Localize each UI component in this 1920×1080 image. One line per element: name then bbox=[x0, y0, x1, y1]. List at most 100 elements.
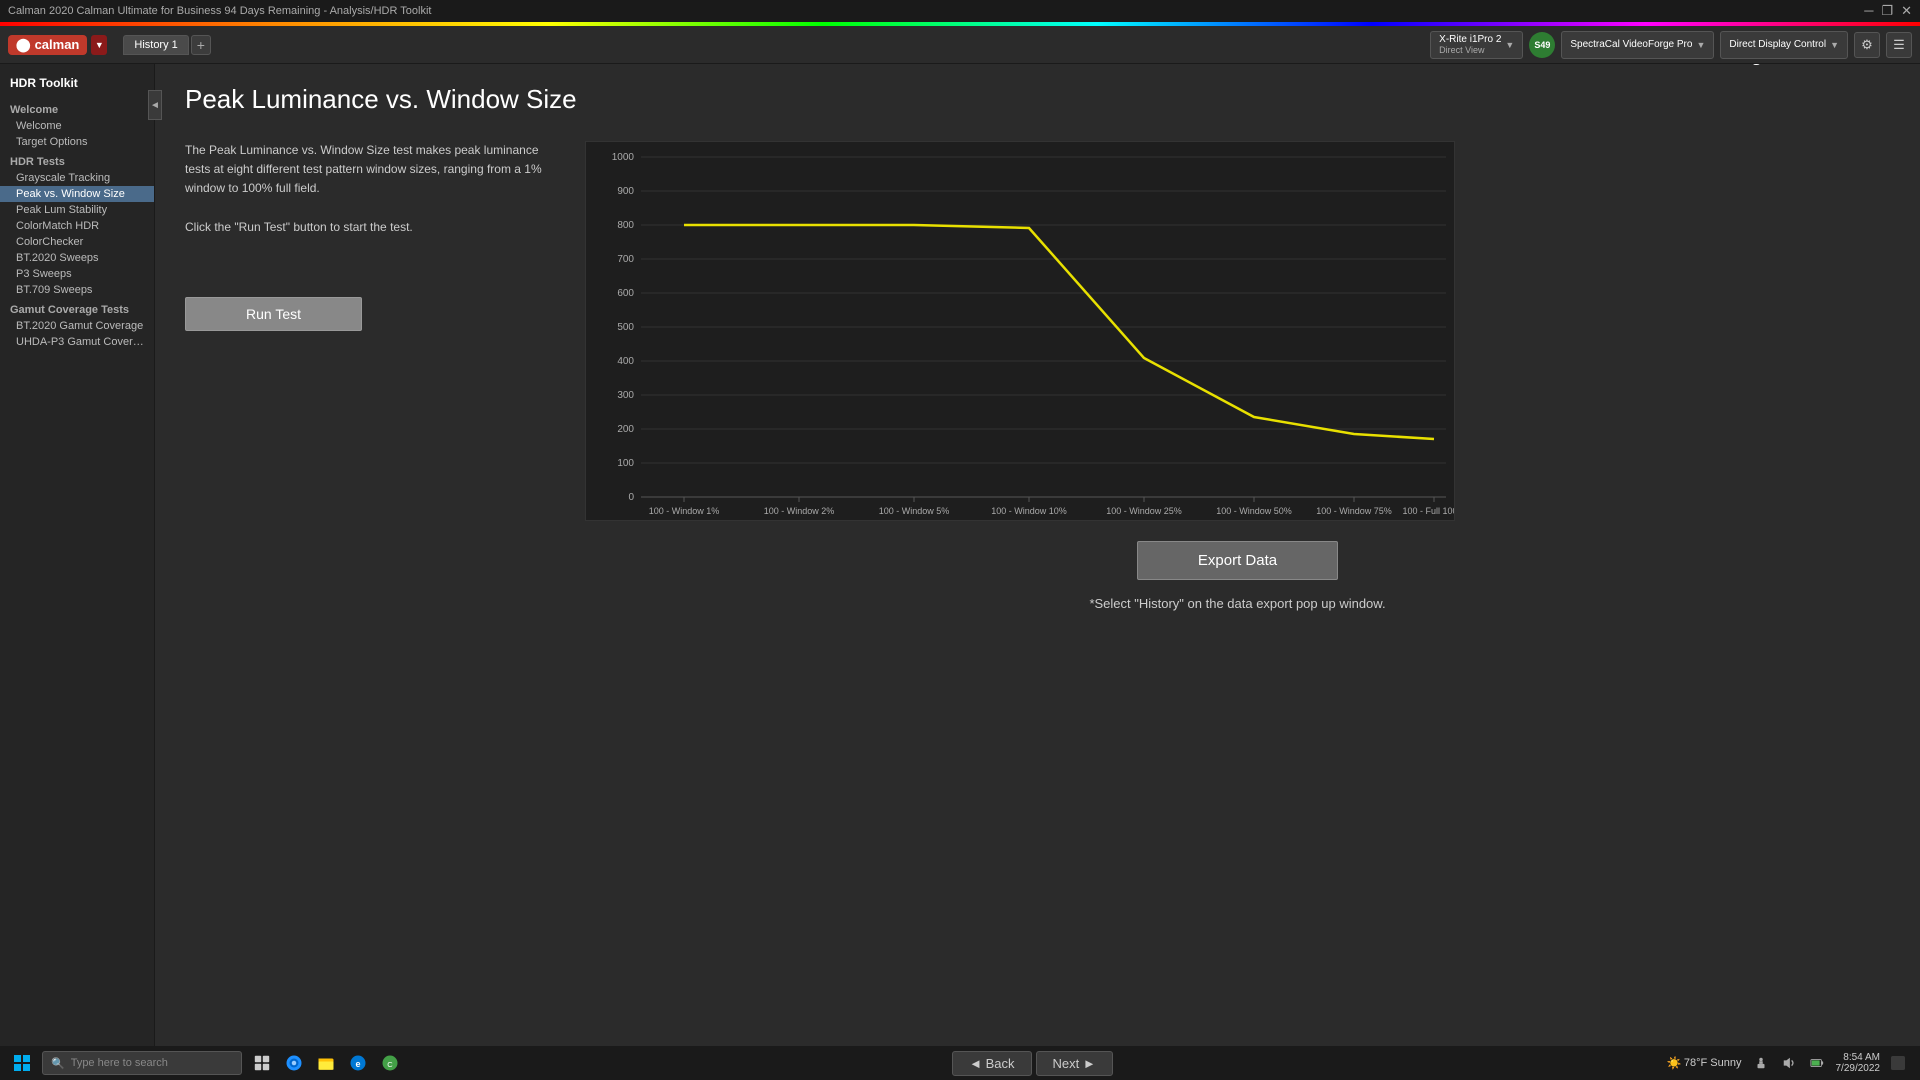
logo-area: ⬤ calman ▼ bbox=[8, 35, 107, 55]
export-data-button[interactable]: Export Data bbox=[1137, 541, 1338, 580]
logo-dropdown-button[interactable]: ▼ bbox=[91, 35, 107, 55]
svg-text:e: e bbox=[355, 1059, 360, 1069]
sidebar-toggle[interactable]: ◄ bbox=[148, 90, 162, 120]
svg-text:100 - Window 25%: 100 - Window 25% bbox=[1106, 506, 1182, 516]
back-button[interactable]: ◄ Back bbox=[952, 1051, 1031, 1076]
logo-icon: ⬤ bbox=[16, 37, 31, 53]
export-note: *Select "History" on the data export pop… bbox=[585, 596, 1890, 611]
sidebar-section-welcome: Welcome bbox=[0, 98, 154, 118]
current-reading-label: Current Reading: bbox=[1615, 64, 1767, 66]
back-next-area: ◄ Back Next ► bbox=[952, 1051, 1113, 1076]
device2-dropdown-icon: ▼ bbox=[1696, 40, 1705, 50]
peak-luminance-chart: 1000 900 800 700 600 bbox=[585, 141, 1455, 521]
weather-icon: ☀️ bbox=[1667, 1056, 1682, 1070]
svg-text:400: 400 bbox=[617, 356, 634, 367]
system-tray: ☀️ 78°F Sunny bbox=[1663, 1051, 1830, 1075]
network-icon[interactable] bbox=[1749, 1051, 1773, 1075]
search-icon: 🔍 bbox=[51, 1057, 65, 1070]
search-placeholder: Type here to search bbox=[71, 1057, 168, 1069]
taskbar-left: 🔍 Type here to search bbox=[10, 1051, 402, 1075]
device3-button[interactable]: Direct Display Control ▼ bbox=[1720, 31, 1848, 59]
battery-icon[interactable] bbox=[1805, 1051, 1829, 1075]
notifications-button[interactable] bbox=[1886, 1051, 1910, 1075]
taskbar: 🔍 Type here to search bbox=[0, 1046, 1920, 1080]
task-view-icon bbox=[254, 1055, 270, 1071]
sidebar-item-peak-vs-window[interactable]: Peak vs. Window Size bbox=[0, 186, 154, 202]
tab-area: History 1 + bbox=[123, 35, 1422, 55]
file-explorer-button[interactable] bbox=[314, 1051, 338, 1075]
windows-logo-icon bbox=[14, 1055, 30, 1071]
svg-text:100 - Window 10%: 100 - Window 10% bbox=[991, 506, 1067, 516]
sidebar-item-bt709-sweeps[interactable]: BT.709 Sweeps bbox=[0, 282, 154, 298]
device1-button[interactable]: X-Rite i1Pro 2 Direct View ▼ bbox=[1430, 31, 1523, 59]
cortana-button[interactable] bbox=[282, 1051, 306, 1075]
windows-start-button[interactable] bbox=[10, 1051, 34, 1075]
device2-button[interactable]: SpectraCal VideoForge Pro ▼ bbox=[1561, 31, 1714, 59]
history-tab[interactable]: History 1 bbox=[123, 35, 188, 55]
weather-widget[interactable]: ☀️ 78°F Sunny bbox=[1663, 1051, 1746, 1075]
chart-x-ticks bbox=[684, 497, 1434, 502]
date-display: 7/29/2022 bbox=[1835, 1063, 1880, 1074]
device3-dropdown-icon: ▼ bbox=[1830, 40, 1839, 50]
weather-text: 78°F Sunny bbox=[1684, 1057, 1742, 1069]
next-button[interactable]: Next ► bbox=[1036, 1051, 1113, 1076]
svg-text:100 - Window 1%: 100 - Window 1% bbox=[649, 506, 720, 516]
time-display: 8:54 AM bbox=[1835, 1052, 1880, 1063]
device2-name: SpectraCal VideoForge Pro bbox=[1570, 39, 1692, 50]
logo-text: calman bbox=[35, 37, 80, 52]
task-view-button[interactable] bbox=[250, 1051, 274, 1075]
title-bar-controls: ─ ❐ ✕ bbox=[1864, 3, 1912, 19]
file-explorer-icon bbox=[317, 1054, 335, 1072]
title-bar: Calman 2020 Calman Ultimate for Business… bbox=[0, 0, 1920, 22]
sidebar-item-peak-lum-stability[interactable]: Peak Lum Stability bbox=[0, 202, 154, 218]
right-panel: 1000 900 800 700 600 bbox=[585, 141, 1890, 611]
app5-icon: C bbox=[381, 1054, 399, 1072]
svg-text:100 - Window 50%: 100 - Window 50% bbox=[1216, 506, 1292, 516]
edge-icon: e bbox=[349, 1054, 367, 1072]
sidebar: HDR Toolkit Welcome Welcome Target Optio… bbox=[0, 64, 155, 1046]
sidebar-section-hdr-tests: HDR Tests bbox=[0, 150, 154, 170]
sidebar-title: HDR Toolkit bbox=[0, 72, 154, 98]
sidebar-item-bt2020-gamut[interactable]: BT.2020 Gamut Coverage bbox=[0, 318, 154, 334]
sidebar-section-gamut: Gamut Coverage Tests bbox=[0, 298, 154, 318]
close-button[interactable]: ✕ bbox=[1901, 3, 1912, 19]
time-area[interactable]: 8:54 AM 7/29/2022 bbox=[1835, 1052, 1880, 1074]
volume-icon[interactable] bbox=[1777, 1051, 1801, 1075]
svg-text:700: 700 bbox=[617, 254, 634, 265]
search-bar[interactable]: 🔍 Type here to search bbox=[42, 1051, 242, 1075]
description-text: The Peak Luminance vs. Window Size test … bbox=[185, 141, 555, 237]
restore-button[interactable]: ❐ bbox=[1881, 3, 1893, 19]
svg-text:200: 200 bbox=[617, 424, 634, 435]
svg-text:100 - Window 5%: 100 - Window 5% bbox=[879, 506, 950, 516]
main-layout: ◄ HDR Toolkit Welcome Welcome Target Opt… bbox=[0, 64, 1920, 1046]
edge-button[interactable]: e bbox=[346, 1051, 370, 1075]
header: ⬤ calman ▼ History 1 + X-Rite i1Pro 2 Di… bbox=[0, 26, 1920, 64]
sidebar-item-bt2020-sweeps[interactable]: BT.2020 Sweeps bbox=[0, 250, 154, 266]
svg-text:C: C bbox=[387, 1060, 393, 1069]
content-body: The Peak Luminance vs. Window Size test … bbox=[185, 141, 1890, 611]
svg-text:0: 0 bbox=[628, 492, 634, 503]
svg-text:100 - Full 100%: 100 - Full 100% bbox=[1402, 506, 1455, 516]
extra-button[interactable]: ☰ bbox=[1886, 32, 1912, 58]
device1-dropdown-icon: ▼ bbox=[1505, 40, 1514, 50]
minimize-button[interactable]: ─ bbox=[1864, 3, 1873, 19]
svg-text:100: 100 bbox=[617, 458, 634, 469]
device1-name: X-Rite i1Pro 2 bbox=[1439, 34, 1501, 45]
sidebar-item-colorchecker[interactable]: ColorChecker bbox=[0, 234, 154, 250]
sidebar-item-colormatch-hdr[interactable]: ColorMatch HDR bbox=[0, 218, 154, 234]
add-tab-button[interactable]: + bbox=[191, 35, 211, 55]
settings-button[interactable]: ⚙ bbox=[1854, 32, 1880, 58]
s49-badge: S49 bbox=[1529, 32, 1555, 58]
current-reading-value: 165.52 cd/m² bbox=[1773, 64, 1890, 66]
page-title: Peak Luminance vs. Window Size bbox=[185, 84, 577, 115]
sidebar-item-p3-sweeps[interactable]: P3 Sweeps bbox=[0, 266, 154, 282]
taskbar-right: ☀️ 78°F Sunny bbox=[1663, 1051, 1910, 1075]
sidebar-item-grayscale-tracking[interactable]: Grayscale Tracking bbox=[0, 170, 154, 186]
app5-button[interactable]: C bbox=[378, 1051, 402, 1075]
calman-logo[interactable]: ⬤ calman bbox=[8, 35, 87, 55]
sidebar-item-welcome[interactable]: Welcome bbox=[0, 118, 154, 134]
run-test-button[interactable]: Run Test bbox=[185, 297, 362, 331]
sidebar-item-uhda-p3-gamut[interactable]: UHDA-P3 Gamut Coverage bbox=[0, 334, 154, 350]
sidebar-item-target-options[interactable]: Target Options bbox=[0, 134, 154, 150]
svg-text:1000: 1000 bbox=[612, 152, 635, 163]
